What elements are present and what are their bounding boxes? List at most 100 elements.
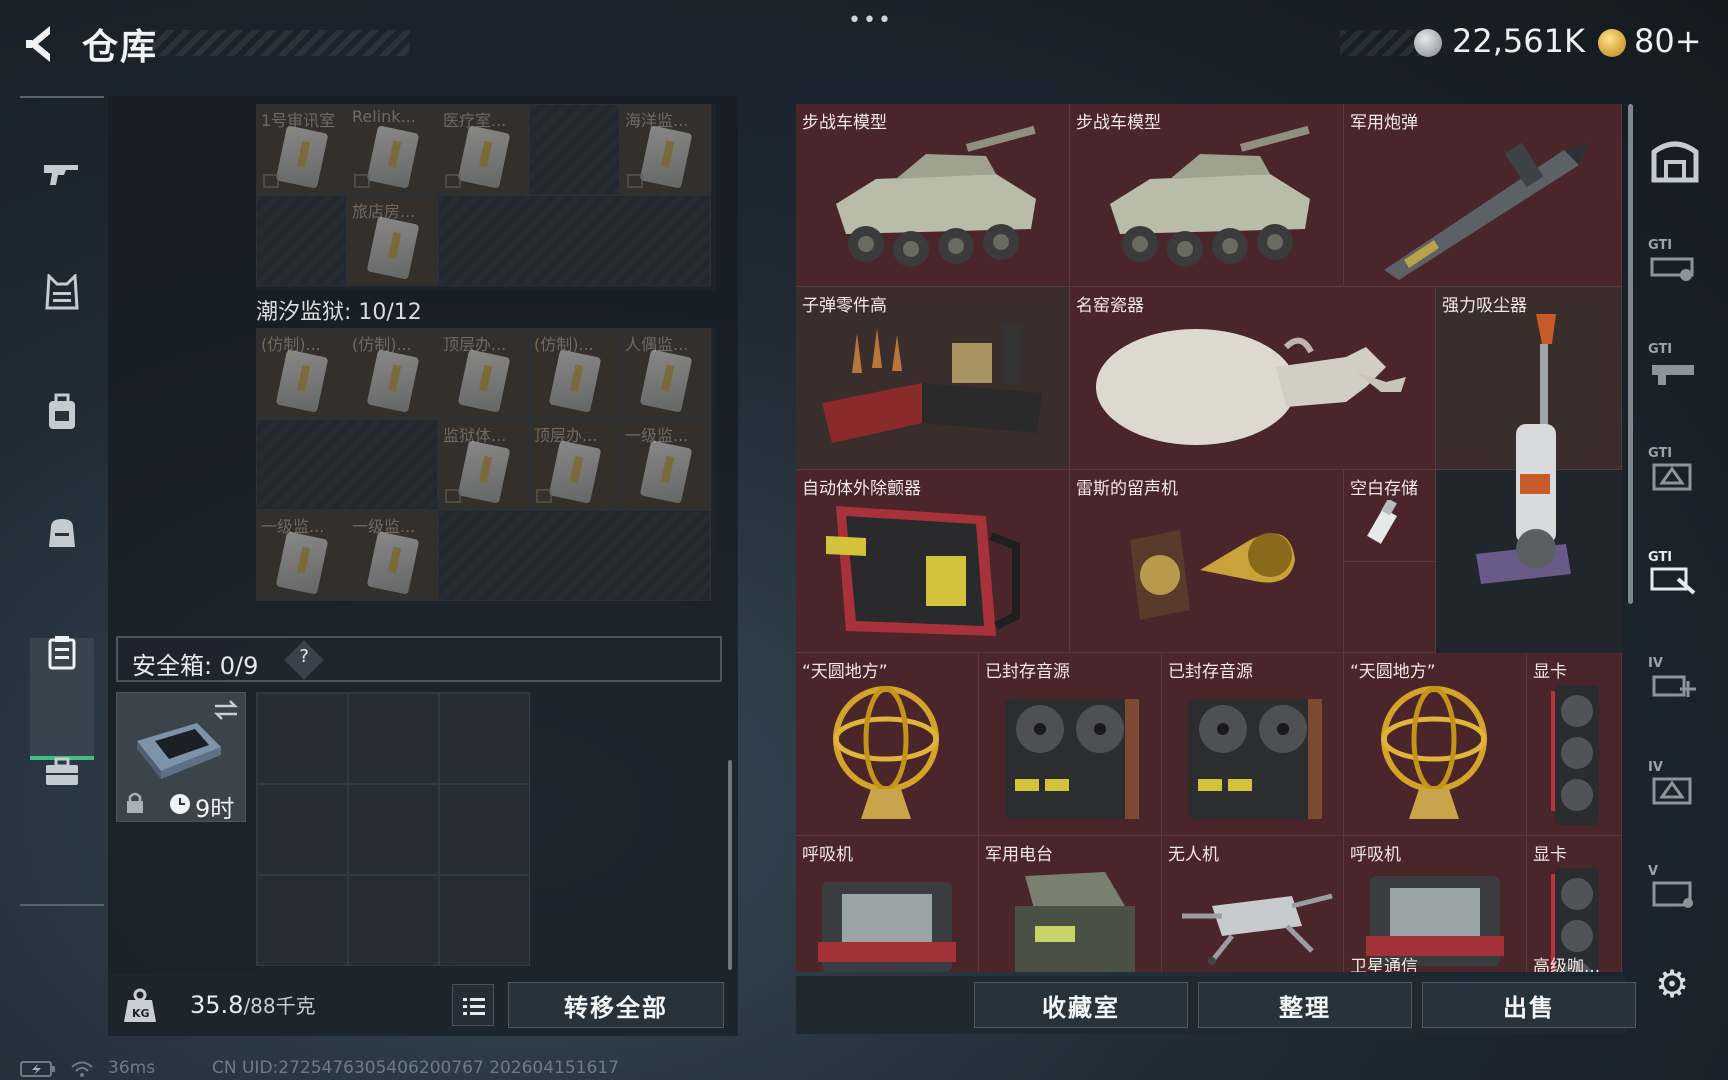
porcelain-vase-icon	[1096, 329, 1406, 445]
safe-slot[interactable]	[257, 784, 348, 875]
item-name: 空白存储	[1350, 479, 1418, 499]
item-slot[interactable]: 监狱体...	[438, 419, 529, 510]
item-ifv-model[interactable]: 步战车模型	[1070, 104, 1344, 287]
item-military-radio[interactable]: 军用电台	[979, 836, 1162, 972]
item-premium-coffee[interactable]: 高级咖...	[1527, 940, 1622, 972]
item-blank-storage[interactable]: 空白存储	[1344, 470, 1436, 562]
gti-filter-3-icon[interactable]: GTI	[1648, 446, 1702, 500]
lock-icon	[127, 792, 143, 813]
armillary-sphere-icon	[1381, 686, 1487, 819]
empty-slot[interactable]	[438, 195, 711, 286]
stash-scrollbar[interactable]	[728, 760, 732, 970]
item-grid-scrollbar[interactable]	[1628, 104, 1633, 604]
item-sealed-audio[interactable]: 已封存音源	[1162, 653, 1344, 836]
settings-gear-icon[interactable]: ⚙	[1650, 962, 1694, 1006]
item-slot[interactable]: 顶层办...	[529, 419, 620, 510]
item-military-shell[interactable]: 军用炮弹	[1344, 104, 1622, 287]
empty-slot[interactable]	[256, 419, 438, 510]
status-bar: 36ms CN UID:2725476305406200767 20260415…	[20, 1058, 920, 1080]
silver-coin-icon	[1414, 29, 1442, 57]
iv-filter-1-icon[interactable]: IV	[1648, 656, 1702, 710]
item-satellite-comm[interactable]: 卫星通信	[1344, 940, 1527, 972]
sell-button[interactable]: 出售	[1422, 982, 1636, 1028]
item-drone[interactable]: 无人机	[1162, 836, 1344, 972]
safe-slot[interactable]	[439, 693, 530, 784]
right-filter-nav: GTI GTI GTI GTI IV IV V	[1640, 104, 1710, 924]
item-slot[interactable]: 一级监...	[347, 510, 438, 601]
vest-icon[interactable]	[40, 270, 84, 314]
safe-slot[interactable]	[348, 875, 439, 966]
vacuum-slot-lower[interactable]	[1436, 470, 1622, 653]
item-armillary-sphere[interactable]: “天圆地方”	[796, 653, 979, 836]
wifi-icon	[71, 1061, 93, 1077]
item-slot[interactable]: (仿制)...	[256, 328, 347, 419]
item-slot[interactable]: 顶层办...	[438, 328, 529, 419]
item-name: 无人机	[1168, 845, 1219, 865]
missile-icon	[1384, 142, 1589, 280]
safe-slot[interactable]	[257, 693, 348, 784]
list-view-button[interactable]	[452, 984, 494, 1026]
graphics-card-icon	[1551, 685, 1599, 825]
safe-box-item[interactable]: 9时	[116, 692, 246, 823]
empty-slot[interactable]	[438, 510, 711, 601]
item-graphics-card[interactable]: 显卡	[1527, 653, 1622, 836]
collection-room-button[interactable]: 收藏室	[974, 982, 1188, 1028]
item-sealed-audio[interactable]: 已封存音源	[979, 653, 1162, 836]
safe-slot[interactable]	[348, 784, 439, 875]
weight-icon: KG	[124, 988, 156, 1022]
item-slot[interactable]: Relink...	[347, 104, 438, 195]
safe-slot[interactable]	[257, 875, 348, 966]
item-aed[interactable]: 自动体外除颤器	[796, 470, 1070, 653]
help-button[interactable]: ?	[284, 640, 324, 680]
item-slot[interactable]: (仿制)...	[529, 328, 620, 419]
safe-slot[interactable]	[439, 875, 530, 966]
empty-slot[interactable]	[1344, 562, 1436, 653]
item-porcelain[interactable]: 名窑瓷器	[1070, 287, 1436, 470]
item-gramophone[interactable]: 雷斯的留声机	[1070, 470, 1344, 653]
gold-currency-value[interactable]: 80+	[1634, 22, 1702, 60]
safe-slot[interactable]	[348, 693, 439, 784]
item-slot[interactable]: 海洋监...	[620, 104, 711, 195]
organize-button[interactable]: 整理	[1198, 982, 1412, 1028]
safe-box-header: 安全箱: 0/9 ?	[116, 636, 722, 682]
item-slot[interactable]: 一级监...	[620, 419, 711, 510]
v-filter-icon[interactable]: V	[1648, 864, 1702, 918]
item-name: 军用电台	[985, 845, 1053, 865]
item-bullet-parts[interactable]: 子弹零件高	[796, 287, 1070, 470]
page-title: 仓库	[82, 27, 159, 68]
empty-slot[interactable]	[256, 195, 347, 286]
help-icon: ?	[299, 646, 309, 668]
gti-filter-2-icon[interactable]: GTI	[1648, 342, 1702, 396]
bullet-parts-icon	[822, 323, 1042, 443]
briefcase-icon[interactable]	[40, 750, 84, 794]
transfer-all-button[interactable]: 转移全部	[508, 982, 724, 1028]
swap-icon[interactable]	[213, 699, 239, 721]
iv-filter-2-icon[interactable]: IV	[1648, 760, 1702, 814]
silver-currency-value: 22,561K	[1452, 22, 1585, 60]
defibrillator-icon	[826, 506, 1020, 636]
usb-drive-icon	[1367, 500, 1397, 544]
back-arrow-icon[interactable]	[20, 22, 60, 66]
ping-value: 36ms	[108, 1058, 156, 1078]
weight-display: 35.8/88千克	[190, 990, 316, 1019]
backpack-icon[interactable]	[40, 390, 84, 434]
item-slot[interactable]: 1号审讯室	[256, 104, 347, 195]
gti-filter-4-icon[interactable]: GTI	[1648, 550, 1702, 604]
item-slot[interactable]: 人偶监...	[620, 328, 711, 419]
rifle-icon[interactable]	[40, 150, 84, 194]
safe-box-icon[interactable]	[40, 630, 84, 674]
more-menu-button[interactable]: •••	[848, 8, 893, 33]
item-slot[interactable]: 旅店房...	[347, 195, 438, 286]
gti-filter-1-icon[interactable]: GTI	[1648, 238, 1702, 292]
safe-slot[interactable]	[439, 784, 530, 875]
item-ventilator[interactable]: 呼吸机	[796, 836, 979, 972]
safe-box-label: 安全箱: 0/9	[132, 652, 259, 680]
item-slot[interactable]: (仿制)...	[347, 328, 438, 419]
item-slot[interactable]: 一级监...	[256, 510, 347, 601]
item-armillary-sphere[interactable]: “天圆地方”	[1344, 653, 1527, 836]
all-items-filter-icon[interactable]	[1648, 134, 1702, 188]
item-ifv-model[interactable]: 步战车模型	[796, 104, 1070, 287]
item-slot[interactable]: 医疗室...	[438, 104, 529, 195]
empty-slot[interactable]	[529, 104, 620, 195]
bag-icon[interactable]	[40, 510, 84, 554]
